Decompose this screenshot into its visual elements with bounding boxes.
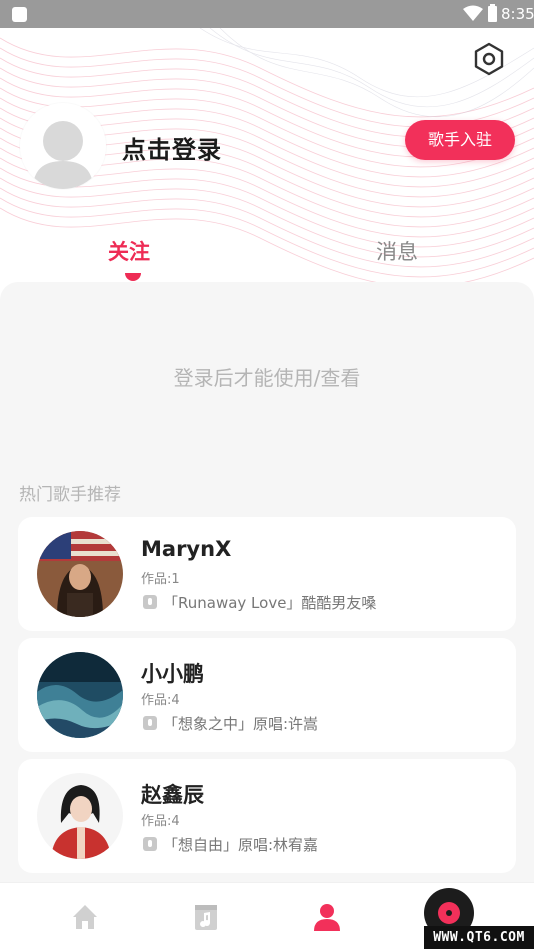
status-time: 8:35 [501, 5, 534, 23]
singer-works: 作品:4 [141, 693, 180, 708]
wifi-icon [463, 5, 483, 21]
singer-song: 「Runaway Love」酷酷男友嗓 [163, 594, 377, 612]
empty-message: 登录后才能使用/查看 [173, 366, 361, 390]
watermark: WWW.QT6.COM [424, 926, 534, 949]
singer-works: 作品:1 [141, 572, 180, 587]
settings-icon[interactable] [470, 40, 508, 78]
singer-works: 作品:4 [141, 814, 180, 829]
section-title: 热门歌手推荐 [19, 485, 121, 505]
tab-messages[interactable]: 消息 [376, 236, 418, 266]
song-icon [143, 837, 157, 851]
singer-name: MarynX [141, 537, 232, 561]
singer-card[interactable]: 小小鹏 作品:4 「想象之中」原唱:许嵩 [18, 638, 516, 752]
notification-icon [12, 7, 27, 22]
singer-avatar [37, 773, 123, 859]
singer-card[interactable]: 赵鑫辰 作品:4 「想自由」原唱:林宥嘉 [18, 759, 516, 873]
status-bar: 8:35 [0, 0, 534, 28]
singer-name: 小小鹏 [141, 662, 204, 686]
avatar[interactable] [20, 103, 106, 189]
singer-song: 「想象之中」原唱:许嵩 [163, 715, 319, 733]
singer-avatar [37, 652, 123, 738]
home-icon[interactable] [69, 901, 101, 933]
singer-join-button[interactable]: 歌手入驻 [405, 120, 515, 160]
singer-name: 赵鑫辰 [141, 783, 204, 807]
music-book-icon[interactable] [190, 901, 222, 933]
singer-card[interactable]: MarynX 作品:1 「Runaway Love」酷酷男友嗓 [18, 517, 516, 631]
battery-icon [488, 4, 497, 22]
singer-song: 「想自由」原唱:林宥嘉 [163, 836, 319, 854]
tab-follow[interactable]: 关注 [108, 236, 150, 266]
song-icon [143, 716, 157, 730]
login-button[interactable]: 点击登录 [122, 130, 222, 165]
song-icon [143, 595, 157, 609]
profile-icon[interactable] [311, 901, 343, 933]
default-avatar-icon [33, 121, 93, 189]
singer-avatar [37, 531, 123, 617]
